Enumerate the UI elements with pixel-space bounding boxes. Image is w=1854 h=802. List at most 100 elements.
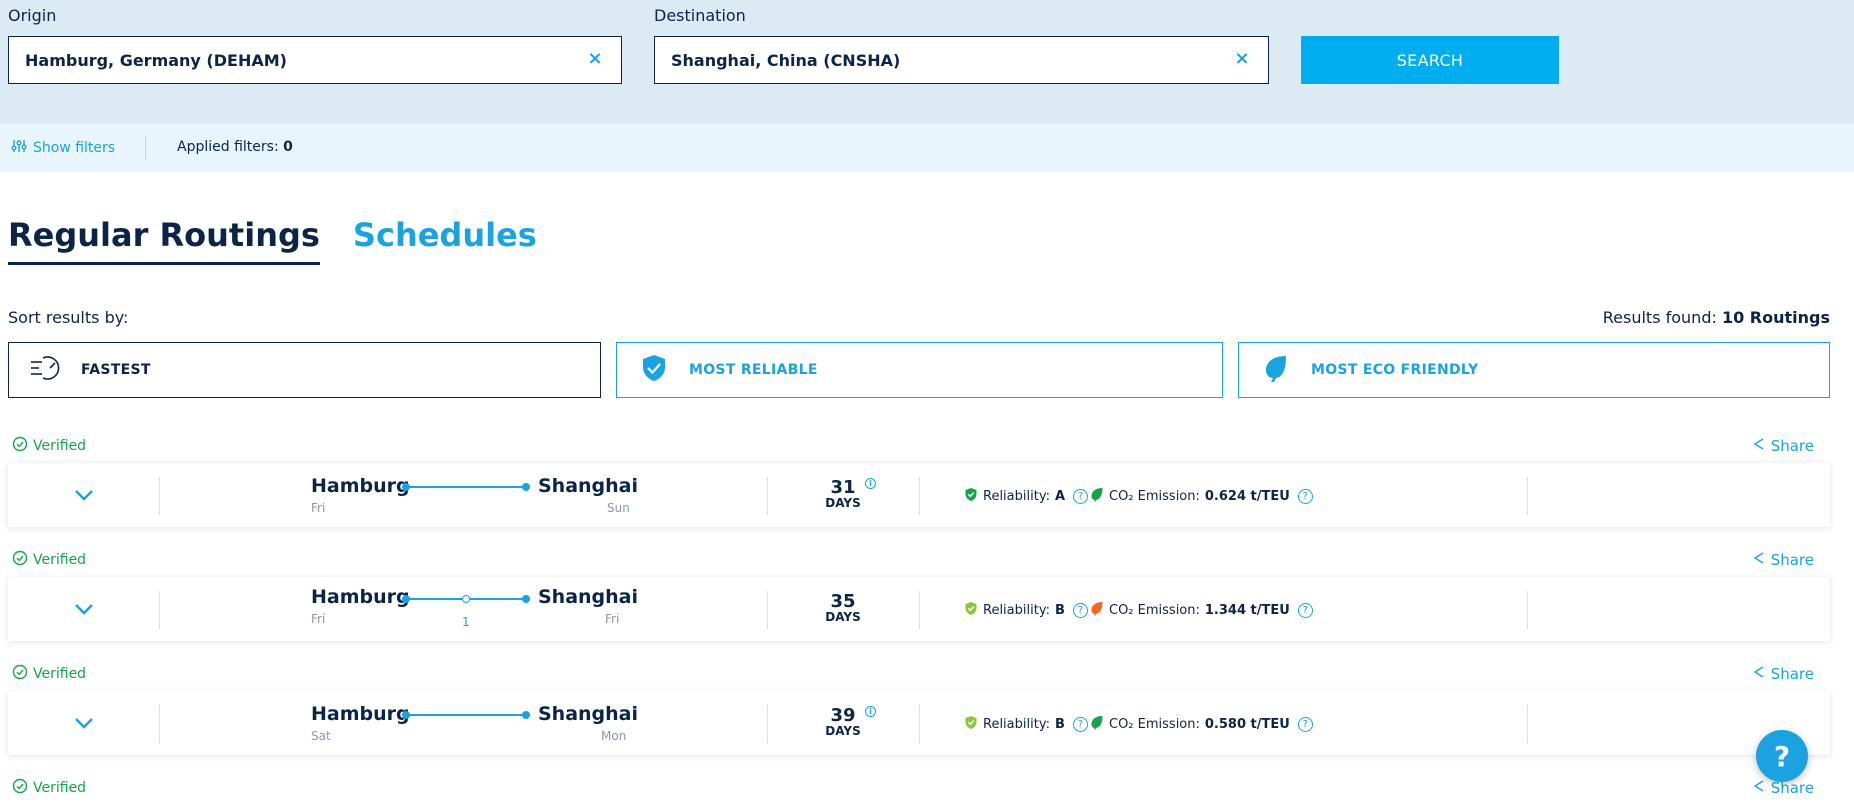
- help-icon[interactable]: ?: [1297, 717, 1313, 732]
- view-tabs: Regular Routings Schedules: [8, 216, 537, 265]
- share-label: Share: [1770, 551, 1814, 569]
- co2-emission: CO₂ Emission: 1.344 t/TEU ?: [1090, 601, 1313, 620]
- sort-most-reliable-button[interactable]: MOST RELIABLE: [616, 342, 1223, 398]
- origin-port: Hamburg: [311, 586, 410, 608]
- show-filters-label: Show filters: [33, 140, 116, 156]
- share-button[interactable]: Share: [1752, 551, 1814, 569]
- search-button[interactable]: SEARCH: [1301, 36, 1559, 84]
- divider: [919, 591, 920, 629]
- show-filters-button[interactable]: Show filters: [11, 138, 115, 158]
- destination-port: Shanghai: [538, 703, 639, 725]
- help-icon[interactable]: ?: [1073, 489, 1089, 504]
- verified-badge: Verified: [12, 550, 86, 570]
- help-icon[interactable]: ?: [1297, 489, 1313, 504]
- divider: [1527, 705, 1528, 743]
- share-icon: [1752, 437, 1766, 455]
- results-count: 10 Routings: [1721, 308, 1830, 327]
- divider: [767, 591, 768, 629]
- results-found: Results found: 10 Routings: [1603, 308, 1830, 327]
- reliability-grade: A: [1054, 489, 1066, 504]
- arrival-day: Mon: [601, 729, 627, 743]
- sort-eco-friendly-button[interactable]: MOST ECO FRIENDLY: [1238, 342, 1830, 398]
- help-icon[interactable]: ?: [1297, 603, 1313, 618]
- chevron-down-icon[interactable]: [72, 597, 96, 621]
- co2-label: CO₂ Emission:: [1109, 603, 1200, 618]
- transshipment-count: 1: [462, 615, 470, 629]
- co2-label: CO₂ Emission:: [1109, 717, 1200, 732]
- tab-regular-routings[interactable]: Regular Routings: [8, 216, 320, 265]
- origin-port: Hamburg: [311, 703, 410, 725]
- route-end-dot: [522, 711, 530, 719]
- leaf-icon: [1090, 487, 1104, 506]
- divider: [159, 477, 160, 515]
- check-circle-icon: [12, 436, 28, 456]
- arrival-day: Fri: [605, 612, 620, 626]
- sort-eco-friendly-label: MOST ECO FRIENDLY: [1311, 362, 1479, 378]
- applied-filters-label: Applied filters:: [177, 139, 279, 155]
- sort-fastest-button[interactable]: FASTEST: [8, 342, 601, 398]
- sort-most-reliable-label: MOST RELIABLE: [689, 362, 818, 378]
- share-button[interactable]: Share: [1752, 437, 1814, 455]
- check-circle-icon: [12, 664, 28, 684]
- share-button[interactable]: Share: [1752, 665, 1814, 683]
- transit-days: 35: [830, 591, 856, 612]
- search-panel: Origin Hamburg, Germany (DEHAM) × Destin…: [0, 0, 1854, 124]
- verified-label: Verified: [33, 552, 87, 568]
- shield-check-icon: [964, 487, 978, 506]
- reliability-grade: B: [1054, 717, 1065, 732]
- sort-label: Sort results by:: [8, 308, 129, 327]
- divider: [159, 591, 160, 629]
- co2-value: 1.344 t/TEU: [1204, 603, 1290, 618]
- tab-schedules[interactable]: Schedules: [353, 216, 537, 265]
- reliability-label: Reliability:: [983, 489, 1050, 504]
- clear-destination-icon[interactable]: ×: [1232, 49, 1252, 69]
- divider: [919, 477, 920, 515]
- help-button[interactable]: ?: [1756, 730, 1808, 782]
- verified-label: Verified: [33, 780, 87, 796]
- shield-check-icon: [964, 715, 978, 734]
- chevron-down-icon[interactable]: [72, 483, 96, 507]
- help-icon[interactable]: ?: [1072, 603, 1088, 618]
- origin-input[interactable]: Hamburg, Germany (DEHAM) ×: [8, 36, 622, 84]
- divider: [159, 705, 160, 743]
- co2-value: 0.580 t/TEU: [1204, 717, 1290, 732]
- routing-card[interactable]: Hamburg Fri 1 Shanghai Fri 35 DAYS Relia…: [8, 577, 1830, 641]
- verified-badge: Verified: [12, 778, 86, 798]
- route-end-dot: [522, 483, 530, 491]
- applied-filters-count: 0: [283, 139, 293, 155]
- route-start-dot: [402, 483, 410, 491]
- arrival-day: Sun: [607, 501, 630, 515]
- clear-origin-icon[interactable]: ×: [585, 49, 605, 69]
- route-start-dot: [402, 595, 410, 603]
- destination-input[interactable]: Shanghai, China (CNSHA) ×: [654, 36, 1269, 84]
- shield-check-icon: [637, 353, 671, 387]
- divider: [919, 705, 920, 743]
- route-end-dot: [522, 595, 530, 603]
- routing-card[interactable]: Hamburg Sat Shanghai Mon 39 i DAYS Relia…: [8, 691, 1830, 755]
- departure-day: Fri: [311, 501, 326, 515]
- departure-day: Sat: [311, 729, 331, 743]
- info-icon[interactable]: i: [865, 706, 876, 717]
- verified-label: Verified: [33, 438, 87, 454]
- reliability-grade: B: [1054, 603, 1065, 618]
- shield-check-icon: [964, 601, 978, 620]
- share-icon: [1752, 779, 1766, 797]
- share-icon: [1752, 551, 1766, 569]
- routing-card[interactable]: Hamburg Fri Shanghai Sun 31 i DAYS Relia…: [8, 463, 1830, 527]
- results-label: Results found:: [1602, 308, 1717, 327]
- filter-bar: Show filters Applied filters: 0: [0, 124, 1854, 172]
- origin-value: Hamburg, Germany (DEHAM): [25, 50, 287, 70]
- sliders-icon: [11, 138, 27, 158]
- reliability: Reliability: A ?: [964, 487, 1089, 506]
- departure-day: Fri: [311, 612, 326, 626]
- verified-badge: Verified: [12, 436, 86, 456]
- help-icon[interactable]: ?: [1072, 717, 1088, 732]
- share-icon: [1752, 665, 1766, 683]
- chevron-down-icon[interactable]: [72, 711, 96, 735]
- divider: [767, 705, 768, 743]
- route-line: [406, 486, 526, 488]
- info-icon[interactable]: i: [865, 478, 876, 489]
- check-circle-icon: [12, 778, 28, 798]
- destination-label: Destination: [654, 6, 746, 25]
- route-line: [406, 714, 526, 716]
